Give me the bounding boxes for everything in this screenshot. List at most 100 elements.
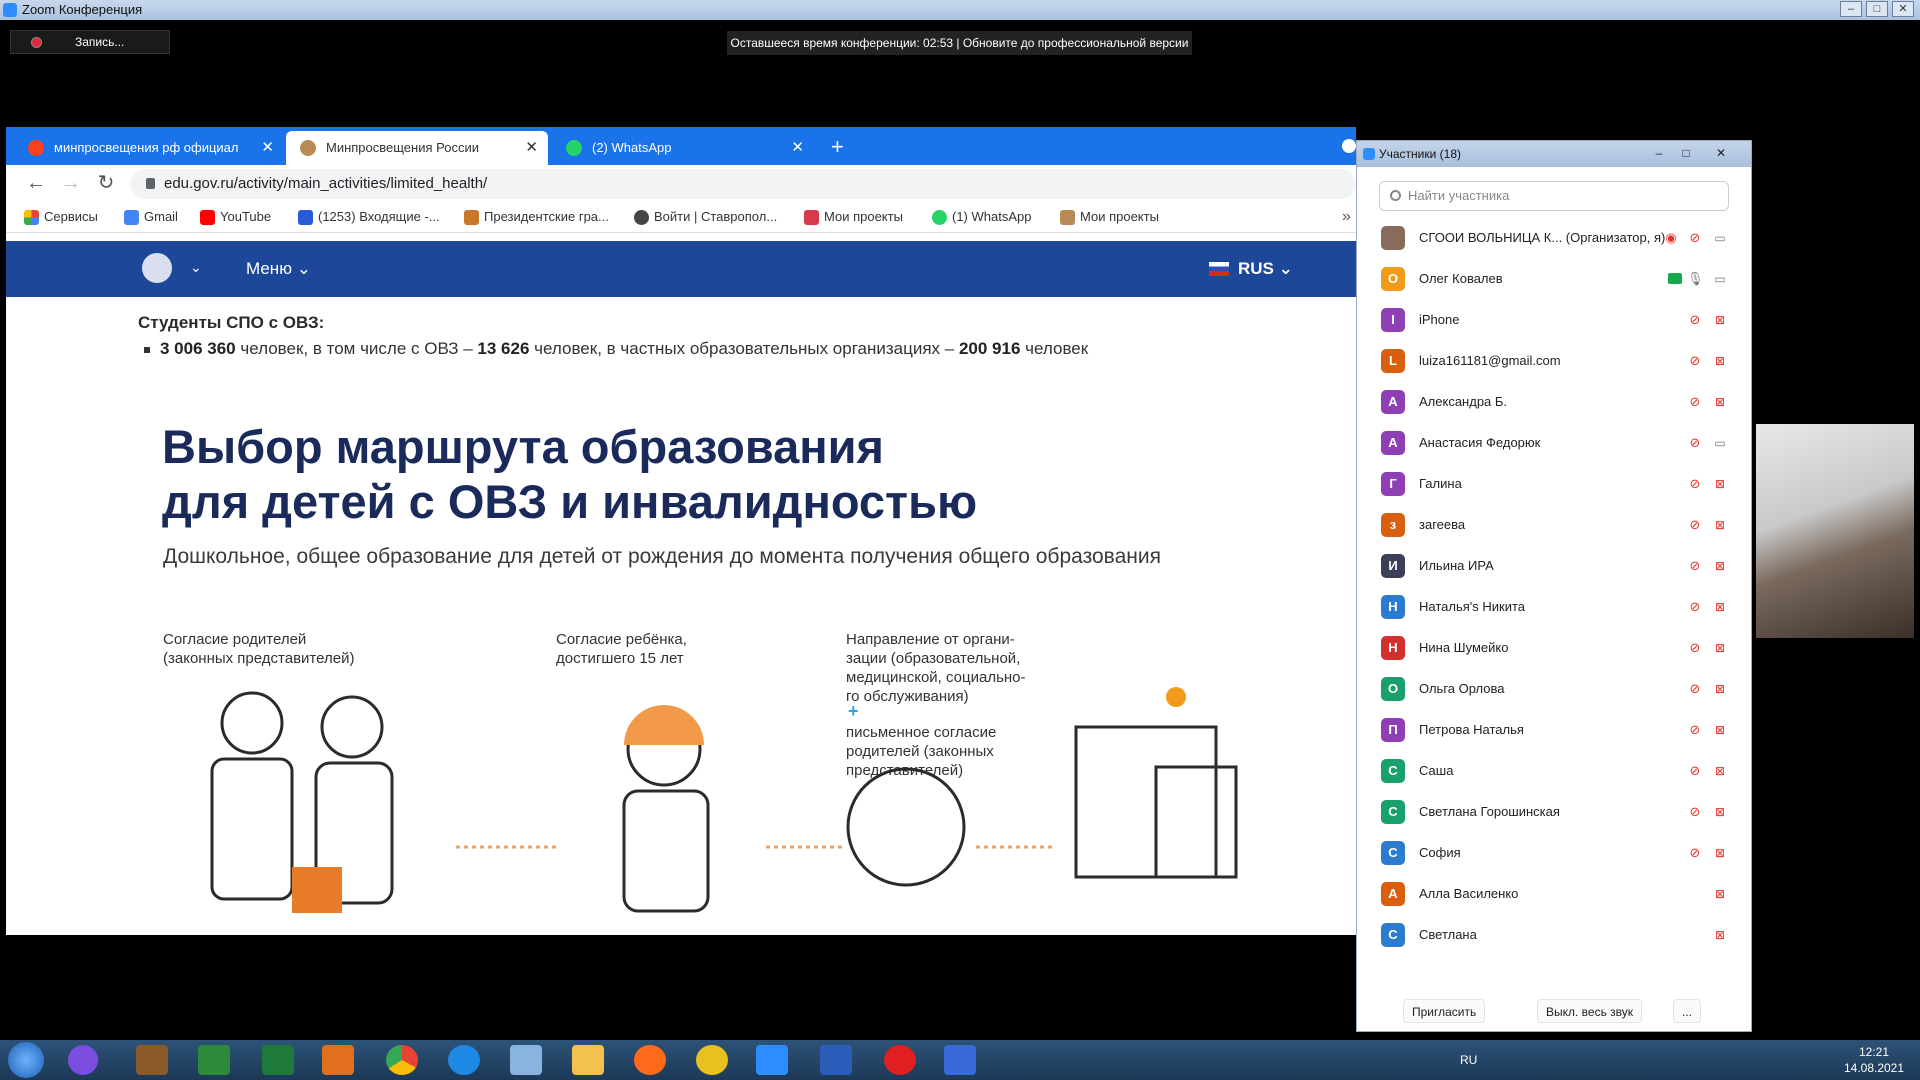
mute-all-button[interactable]: Выкл. весь звук bbox=[1537, 999, 1643, 1023]
maximize-button[interactable]: □ bbox=[1674, 145, 1698, 163]
language-indicator[interactable]: RU bbox=[1460, 1053, 1477, 1067]
language-selector[interactable]: RUS ⌄ bbox=[1238, 241, 1293, 297]
emblem-icon[interactable] bbox=[142, 253, 172, 283]
bookmarks-overflow-icon[interactable]: » bbox=[1342, 201, 1351, 233]
smiley-app-icon[interactable] bbox=[696, 1045, 728, 1075]
participant-row[interactable]: П Петрова Наталья ⊘ ⊠ bbox=[1357, 709, 1751, 750]
bookmark-gmail[interactable]: Gmail bbox=[122, 201, 178, 233]
file-explorer-icon[interactable] bbox=[572, 1045, 604, 1075]
participant-search-input[interactable]: Найти участника bbox=[1379, 181, 1729, 211]
camera-off-icon[interactable]: ⊠ bbox=[1711, 886, 1729, 902]
tab-search-icon[interactable] bbox=[1342, 139, 1356, 153]
participant-row[interactable]: С Саша ⊘ ⊠ bbox=[1357, 750, 1751, 791]
camera-off-icon[interactable]: ⊠ bbox=[1711, 722, 1729, 738]
mic-muted-icon[interactable]: ⊘ bbox=[1687, 517, 1703, 533]
participant-row[interactable]: А Алла Василенко ⊠ bbox=[1357, 873, 1751, 914]
participant-row[interactable]: IiPhone ⊘ ⊠ bbox=[1357, 299, 1751, 340]
bookmark-youtube[interactable]: YouTube bbox=[198, 201, 271, 233]
zoom-taskbar-icon[interactable] bbox=[756, 1045, 788, 1075]
mic-muted-icon[interactable]: ⊘ bbox=[1687, 312, 1703, 328]
mic-muted-icon[interactable]: ⊘ bbox=[1687, 558, 1703, 574]
camera-icon[interactable]: ▭ bbox=[1711, 230, 1729, 246]
camera-off-icon[interactable]: ⊠ bbox=[1711, 681, 1729, 697]
bookmark-projects-2[interactable]: Мои проекты bbox=[1058, 201, 1159, 233]
mic-muted-icon[interactable]: ⊘ bbox=[1687, 476, 1703, 492]
app-icon[interactable] bbox=[198, 1045, 230, 1075]
tab-yandex[interactable]: минпросвещения рф официал ✕ bbox=[14, 131, 284, 165]
word-icon[interactable] bbox=[820, 1045, 852, 1075]
menu-button[interactable]: Меню ⌄ bbox=[246, 241, 311, 297]
camera-off-icon[interactable]: ⊠ bbox=[1711, 640, 1729, 656]
mic-muted-icon[interactable]: ⊘ bbox=[1687, 681, 1703, 697]
back-arrow-icon[interactable]: ← bbox=[24, 171, 48, 195]
tab-whatsapp[interactable]: (2) WhatsApp ✕ bbox=[552, 131, 814, 165]
tab-minprosvescheniya[interactable]: Минпросвещения России ✕ bbox=[286, 131, 548, 165]
mic-muted-icon[interactable]: ⊘ bbox=[1687, 394, 1703, 410]
participant-row[interactable]: СГООИ ВОЛЬНИЦА К... (Организатор, я) ◉ ⊘ ▭ bbox=[1357, 217, 1751, 258]
invite-button[interactable]: Пригласить bbox=[1403, 999, 1486, 1023]
bookmark-projects[interactable]: Мои проекты bbox=[802, 201, 903, 233]
bookmark-login[interactable]: Войти | Ставропол... bbox=[632, 201, 777, 233]
chevron-down-icon[interactable]: ⌄ bbox=[190, 259, 202, 276]
participant-row[interactable]: Н Нина Шумейко ⊘ ⊠ bbox=[1357, 627, 1751, 668]
camera-off-icon[interactable]: ⊠ bbox=[1711, 517, 1729, 533]
minimize-button[interactable]: – bbox=[1647, 145, 1671, 163]
participant-row[interactable]: О Ольга Орлова ⊘ ⊠ bbox=[1357, 668, 1751, 709]
mic-muted-icon[interactable]: ⊘ bbox=[1687, 845, 1703, 861]
mic-muted-icon[interactable]: ⊘ bbox=[1687, 230, 1703, 246]
minimize-button[interactable]: – bbox=[1840, 1, 1862, 17]
video-app-icon[interactable] bbox=[944, 1045, 976, 1075]
participant-row[interactable]: С Светлана Горошинская ⊘ ⊠ bbox=[1357, 791, 1751, 832]
new-tab-button[interactable]: + bbox=[831, 133, 844, 161]
camera-off-icon[interactable]: ⊠ bbox=[1711, 312, 1729, 328]
camera-off-icon[interactable]: ⊠ bbox=[1711, 804, 1729, 820]
mic-muted-icon[interactable]: ⊘ bbox=[1687, 722, 1703, 738]
maximize-button[interactable]: □ bbox=[1866, 1, 1888, 17]
more-options-button[interactable]: ... bbox=[1673, 999, 1702, 1023]
participant-row[interactable]: Г Галина ⊘ ⊠ bbox=[1357, 463, 1751, 504]
camera-off-icon[interactable]: ⊠ bbox=[1711, 927, 1729, 943]
participant-row[interactable]: Lluiza161181@gmail.com ⊘ ⊠ bbox=[1357, 340, 1751, 381]
participant-row[interactable]: С София ⊘ ⊠ bbox=[1357, 832, 1751, 873]
system-clock[interactable]: 12:21 14.08.2021 bbox=[1832, 1044, 1916, 1076]
cup-icon[interactable] bbox=[136, 1045, 168, 1075]
mic-muted-icon[interactable]: ⊘ bbox=[1687, 599, 1703, 615]
participant-row[interactable]: А Анастасия Федорюк ⊘ ▭ bbox=[1357, 422, 1751, 463]
camera-off-icon[interactable]: ⊠ bbox=[1711, 599, 1729, 615]
reload-icon[interactable]: ↻ bbox=[94, 171, 118, 195]
firefox-icon[interactable] bbox=[634, 1045, 666, 1075]
start-button[interactable] bbox=[8, 1042, 44, 1078]
camera-off-icon[interactable]: ⊠ bbox=[1711, 394, 1729, 410]
camera-off-icon[interactable]: ⊠ bbox=[1711, 558, 1729, 574]
mic-muted-icon[interactable]: ⊘ bbox=[1687, 804, 1703, 820]
participant-row[interactable]: з загеева ⊘ ⊠ bbox=[1357, 504, 1751, 545]
bookmark-inbox[interactable]: (1253) Входящие -... bbox=[296, 201, 440, 233]
mic-muted-icon[interactable]: ⊘ bbox=[1687, 640, 1703, 656]
participant-row[interactable]: Н Наталья's Никита ⊘ ⊠ bbox=[1357, 586, 1751, 627]
chrome-icon[interactable] bbox=[386, 1045, 418, 1075]
recording-indicator[interactable]: Запись... bbox=[10, 30, 170, 54]
internet-explorer-icon[interactable] bbox=[448, 1045, 480, 1075]
close-button[interactable]: ✕ bbox=[1892, 1, 1914, 17]
paint-icon[interactable] bbox=[510, 1045, 542, 1075]
tab-close-icon[interactable]: ✕ bbox=[525, 131, 538, 165]
mic-muted-icon[interactable]: ⊘ bbox=[1687, 435, 1703, 451]
media-player-icon[interactable] bbox=[322, 1045, 354, 1075]
participant-row[interactable]: О Олег Ковалев 🎙 ▭ bbox=[1357, 258, 1751, 299]
tab-close-icon[interactable]: ✕ bbox=[261, 131, 274, 165]
bookmark-whatsapp[interactable]: (1) WhatsApp bbox=[930, 201, 1031, 233]
participant-row[interactable]: А Александра Б. ⊘ ⊠ bbox=[1357, 381, 1751, 422]
camera-off-icon[interactable]: ⊠ bbox=[1711, 845, 1729, 861]
bookmark-services[interactable]: Сервисы bbox=[22, 201, 98, 233]
mic-icon[interactable]: 🎙 bbox=[1687, 271, 1704, 287]
tab-close-icon[interactable]: ✕ bbox=[791, 131, 804, 165]
self-video-thumbnail[interactable] bbox=[1756, 424, 1914, 638]
mic-muted-icon[interactable]: ⊘ bbox=[1687, 763, 1703, 779]
camera-off-icon[interactable]: ⊠ bbox=[1711, 476, 1729, 492]
forward-arrow-icon[interactable]: → bbox=[59, 171, 83, 195]
camera-off-icon[interactable]: ⊠ bbox=[1711, 763, 1729, 779]
camera-icon[interactable]: ▭ bbox=[1711, 435, 1729, 451]
excel-icon[interactable] bbox=[262, 1045, 294, 1075]
mic-muted-icon[interactable]: ⊘ bbox=[1687, 353, 1703, 369]
close-button[interactable]: ✕ bbox=[1709, 145, 1733, 163]
